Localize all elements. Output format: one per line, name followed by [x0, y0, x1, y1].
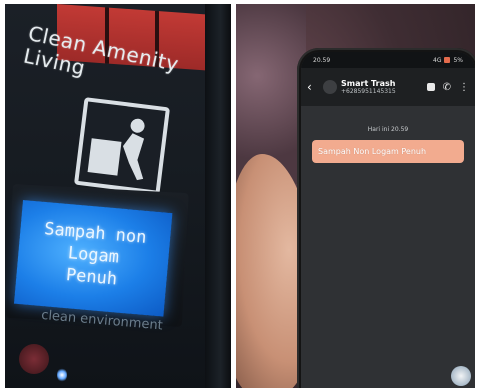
chat-area: Hari ini 20.59 Sampah Non Logam Penuh [301, 106, 475, 388]
contact-phone: +6285951145315 [341, 88, 396, 95]
message-bubble[interactable]: Sampah Non Logam Penuh [312, 140, 464, 163]
blue-led-light [57, 368, 67, 382]
status-bar: 20.59 4G 5% [301, 52, 475, 68]
bin-frame-edge [205, 4, 231, 388]
corner-blob [451, 366, 471, 386]
more-vert-icon[interactable]: ⋮ [459, 82, 469, 93]
status-icons: 4G 5% [433, 57, 463, 64]
day-label: Hari ini 20.59 [367, 126, 409, 133]
lcd-screen: Sampah non Logam Penuh [13, 200, 173, 317]
status-time: 20.59 [313, 56, 331, 64]
contact-info[interactable]: Smart Trash +6285951145315 [341, 79, 421, 95]
back-arrow-icon[interactable]: ‹ [307, 80, 319, 94]
video-call-icon[interactable] [426, 83, 435, 91]
chat-header: ‹ Smart Trash +6285951145315 ✆ ⋮ [301, 68, 475, 106]
photo-phone-chat: 20.59 4G 5% ‹ Smart Trash +6285951145315… [236, 4, 475, 388]
photo-trash-bin-lcd: Clean Amenity Living Sampah non Logam Pe… [5, 4, 231, 388]
phone-screen: 20.59 4G 5% ‹ Smart Trash +6285951145315… [301, 52, 475, 388]
avatar[interactable] [323, 80, 337, 94]
contact-name: Smart Trash [341, 79, 396, 88]
signal-text: 4G [433, 56, 442, 64]
trash-person-icon [73, 97, 171, 195]
phone-icon[interactable]: ✆ [443, 82, 451, 93]
battery-percent: 5% [453, 56, 463, 64]
battery-icon [444, 57, 451, 63]
smartphone: 20.59 4G 5% ‹ Smart Trash +6285951145315… [297, 48, 475, 388]
round-sticker [19, 344, 49, 374]
